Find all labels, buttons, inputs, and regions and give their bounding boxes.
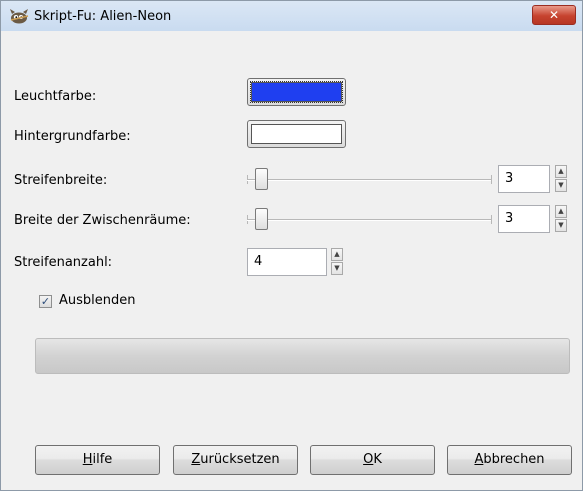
window-title: Skript-Fu: Alien-Neon (34, 9, 172, 24)
spin-down-icon[interactable]: ▼ (331, 262, 343, 275)
close-icon: ✕ (548, 8, 560, 22)
background-color-label: Hintergrundfarbe: (14, 129, 131, 144)
glow-color-label: Leuchtfarbe: (14, 89, 97, 104)
reset-mnemonic: Z (191, 452, 201, 467)
stripe-width-slider-track[interactable] (247, 179, 491, 181)
dialog-window: Skript-Fu: Alien-Neon ✕ Leuchtfarbe: Hin… (0, 0, 583, 491)
ok-button[interactable]: OK (310, 445, 435, 475)
stripe-width-label: Streifenbreite: (14, 173, 108, 188)
gap-width-spinner: ▲ ▼ (555, 205, 567, 233)
gap-width-slider-handle[interactable] (255, 208, 268, 230)
stripe-width-spinner: ▲ ▼ (555, 165, 567, 193)
stripe-width-slider-handle[interactable] (255, 168, 268, 190)
reset-button[interactable]: Zurücksetzen (173, 445, 298, 475)
reset-label-rest: urücksetzen (200, 452, 280, 467)
stripe-count-spinner: ▲ ▼ (331, 248, 343, 276)
cancel-button[interactable]: Abbrechen (447, 445, 572, 475)
title-bar[interactable]: Skript-Fu: Alien-Neon ✕ (1, 1, 582, 31)
stripe-count-label: Streifenanzahl: (14, 255, 113, 270)
stripe-width-value: 3 (505, 171, 514, 186)
ok-mnemonic: O (363, 452, 374, 467)
spin-up-icon[interactable]: ▲ (331, 248, 343, 261)
fade-checkbox[interactable]: ✓ (39, 295, 52, 308)
check-icon: ✓ (40, 295, 51, 308)
progress-bar (35, 338, 570, 374)
dialog-content: Leuchtfarbe: Hintergrundfarbe: Streifenb… (1, 31, 582, 490)
gap-width-value: 3 (505, 211, 514, 226)
background-color-button[interactable] (247, 120, 346, 148)
gimp-wilber-icon (10, 9, 29, 24)
slider-tick (491, 215, 492, 224)
gap-width-input[interactable]: 3 (498, 205, 550, 233)
close-button[interactable]: ✕ (532, 5, 576, 25)
spin-up-icon[interactable]: ▲ (555, 165, 567, 178)
help-button[interactable]: Hilfe (35, 445, 160, 475)
slider-tick (491, 175, 492, 184)
fade-label[interactable]: Ausblenden (59, 293, 136, 308)
cancel-label-rest: bbrechen (483, 452, 545, 467)
ok-label-rest: K (373, 452, 382, 467)
spin-down-icon[interactable]: ▼ (555, 179, 567, 192)
background-color-swatch (251, 124, 342, 144)
stripe-width-input[interactable]: 3 (498, 165, 550, 193)
gap-width-label: Breite der Zwischenräume: (14, 213, 191, 228)
spin-up-icon[interactable]: ▲ (555, 205, 567, 218)
help-label-rest: ilfe (92, 452, 113, 467)
stripe-count-value: 4 (254, 254, 263, 269)
stripe-count-input[interactable]: 4 (247, 248, 327, 276)
spin-down-icon[interactable]: ▼ (555, 219, 567, 232)
gap-width-slider-track[interactable] (247, 219, 491, 221)
glow-color-swatch (251, 82, 342, 102)
glow-color-button[interactable] (247, 78, 346, 106)
